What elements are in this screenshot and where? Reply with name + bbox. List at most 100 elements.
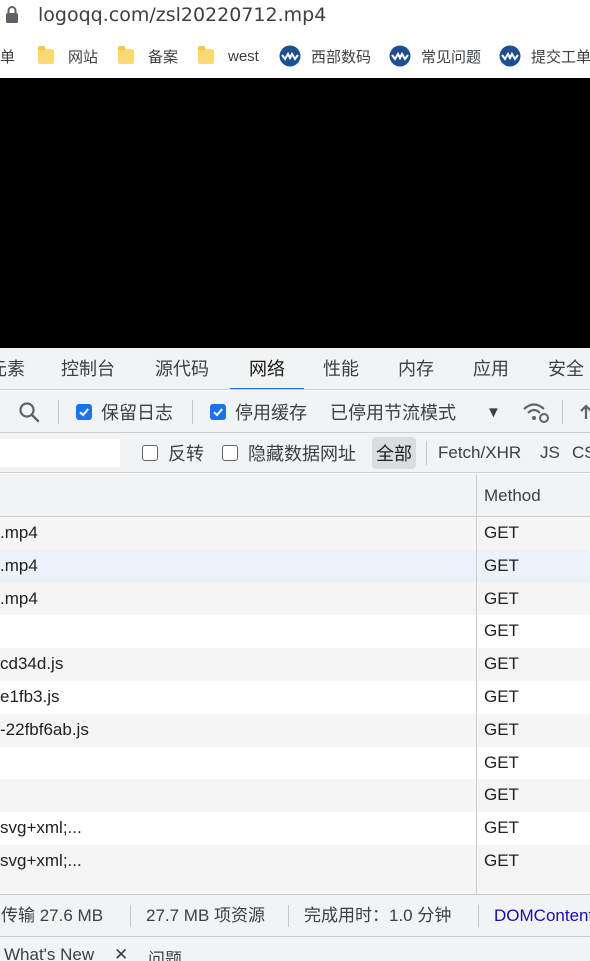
- table-row[interactable]: .mp4 GET: [0, 549, 590, 583]
- transferred-size: 已传输 27.6 MB: [0, 906, 104, 925]
- request-name: cd34d.js: [0, 654, 64, 674]
- request-name: .mp4: [0, 588, 38, 608]
- request-method: GET: [484, 686, 519, 706]
- folder-icon: [118, 45, 134, 64]
- request-name: .mp4: [0, 555, 38, 575]
- search-button[interactable]: [18, 391, 40, 432]
- bookmark-submit-ticket[interactable]: 提交工单: [499, 34, 590, 78]
- bookmark-label: 网站: [68, 48, 99, 66]
- preserve-log-checkbox[interactable]: 保留日志: [76, 391, 173, 432]
- tab-memory[interactable]: 内存: [393, 348, 439, 389]
- bookmark-label: west: [228, 47, 259, 65]
- bookmark-label: 西部数码: [311, 48, 372, 66]
- table-row[interactable]: -22fbf6ab.js GET: [0, 713, 590, 747]
- checkbox-checked-icon: [76, 404, 92, 420]
- request-method: GET: [484, 523, 519, 542]
- request-name: e1fb3.js: [0, 686, 60, 706]
- request-name: [0, 747, 470, 780]
- request-method: GET: [484, 588, 519, 608]
- toolbar-divider: [562, 400, 563, 424]
- table-row[interactable]: GET: [0, 779, 590, 813]
- network-toolbar: 保留日志 停用缓存 已停用节流模式 ▼: [0, 391, 590, 433]
- filter-bar: 反转 隐藏数据网址 全部 Fetch/XHR JS CS: [0, 433, 590, 473]
- bookmark-item[interactable]: 单: [0, 34, 15, 78]
- network-conditions-button[interactable]: [522, 391, 550, 432]
- column-divider[interactable]: [476, 474, 477, 894]
- request-method: GET: [484, 654, 519, 674]
- request-table-header: Method: [0, 474, 590, 517]
- request-name: svg+xml;...: [0, 850, 82, 870]
- tab-security[interactable]: 安全: [543, 348, 589, 389]
- address-bar[interactable]: logoqq.com/zsl20220712.mp4: [0, 0, 590, 34]
- table-row[interactable]: .mp4 GET: [0, 517, 590, 550]
- url-text[interactable]: logoqq.com/zsl20220712.mp4: [38, 4, 326, 26]
- table-row[interactable]: GET: [0, 615, 590, 649]
- table-row[interactable]: e1fb3.js GET: [0, 680, 590, 714]
- filter-css[interactable]: CS: [572, 433, 590, 472]
- table-row[interactable]: cd34d.js GET: [0, 648, 590, 681]
- tab-performance[interactable]: 性能: [318, 348, 364, 389]
- preserve-log-label: 保留日志: [101, 403, 173, 423]
- bookmark-xibushuma[interactable]: 西部数码: [279, 34, 371, 78]
- status-divider: [130, 905, 131, 927]
- filter-fetch-xhr[interactable]: Fetch/XHR: [438, 433, 521, 472]
- hide-data-urls-label: 隐藏数据网址: [248, 444, 356, 464]
- hide-data-urls-checkbox[interactable]: 隐藏数据网址: [222, 433, 356, 472]
- filter-input[interactable]: [0, 439, 120, 467]
- method-column-header[interactable]: Method: [484, 474, 541, 517]
- request-method: GET: [484, 719, 519, 739]
- tab-application[interactable]: 应用: [468, 348, 514, 389]
- wifi-settings-icon: [523, 403, 549, 423]
- invert-checkbox[interactable]: 反转: [142, 433, 204, 472]
- bookmark-folder-west[interactable]: west: [198, 34, 259, 78]
- table-row[interactable]: GET: [0, 746, 590, 780]
- west-logo-icon: [279, 45, 301, 67]
- request-name: .mp4: [0, 523, 38, 542]
- folder-icon: [198, 45, 214, 64]
- request-method: GET: [484, 621, 519, 641]
- west-logo-icon: [499, 45, 521, 67]
- disable-cache-checkbox[interactable]: 停用缓存: [210, 391, 307, 432]
- tab-network[interactable]: 网络: [230, 348, 304, 389]
- throttling-select[interactable]: 已停用节流模式: [330, 391, 456, 432]
- tab-whats-new[interactable]: What's New: [4, 945, 94, 961]
- table-row[interactable]: .mp4 GET: [0, 582, 590, 616]
- bookmark-folder-beian[interactable]: 备案: [118, 34, 178, 78]
- table-empty-space: [0, 878, 590, 894]
- checkbox-checked-icon: [210, 404, 226, 420]
- bookmark-folder-wangzhan[interactable]: 网站: [38, 34, 98, 78]
- request-method: GET: [484, 555, 519, 575]
- filter-all-button[interactable]: 全部: [372, 437, 416, 469]
- tab-issues[interactable]: 问题: [148, 945, 182, 961]
- bookmark-label: 提交工单: [531, 48, 590, 66]
- bookmark-faq[interactable]: 常见问题: [389, 34, 481, 78]
- import-har-button[interactable]: [578, 391, 590, 432]
- site-info-icon[interactable]: [4, 5, 22, 25]
- tab-elements[interactable]: 元素: [0, 348, 30, 389]
- table-row[interactable]: svg+xml;... GET: [0, 812, 590, 845]
- filter-js[interactable]: JS: [540, 433, 560, 472]
- chevron-down-icon[interactable]: ▼: [486, 391, 501, 432]
- request-method: GET: [484, 785, 519, 805]
- finish-time: 完成用时：1.0 分钟: [304, 906, 452, 925]
- west-logo-icon: [389, 45, 411, 67]
- video-player[interactable]: [0, 78, 590, 348]
- bookmarks-bar: 单 网站 备案 west 西部数码 常见问题 提交工单: [0, 34, 590, 78]
- bookmark-label: 常见问题: [421, 48, 482, 66]
- close-icon[interactable]: ✕: [114, 945, 128, 961]
- bookmark-label: 单: [0, 48, 16, 66]
- request-name: [0, 779, 470, 812]
- invert-label: 反转: [168, 444, 204, 464]
- toolbar-divider: [192, 400, 193, 424]
- search-icon: [19, 402, 40, 423]
- devtools-drawer-tabs: What's New ✕ 问题: [0, 936, 590, 961]
- tab-console[interactable]: 控制台: [56, 348, 120, 389]
- tab-sources[interactable]: 源代码: [150, 348, 214, 389]
- request-name: -22fbf6ab.js: [0, 719, 89, 739]
- throttling-value: 已停用节流模式: [330, 403, 456, 423]
- checkbox-unchecked-icon: [142, 445, 158, 461]
- devtools-tab-bar: 元素 控制台 源代码 网络 性能 内存 应用 安全: [0, 348, 590, 390]
- table-row[interactable]: svg+xml;... GET: [0, 844, 590, 878]
- request-method: GET: [484, 818, 519, 838]
- request-name: [0, 615, 470, 648]
